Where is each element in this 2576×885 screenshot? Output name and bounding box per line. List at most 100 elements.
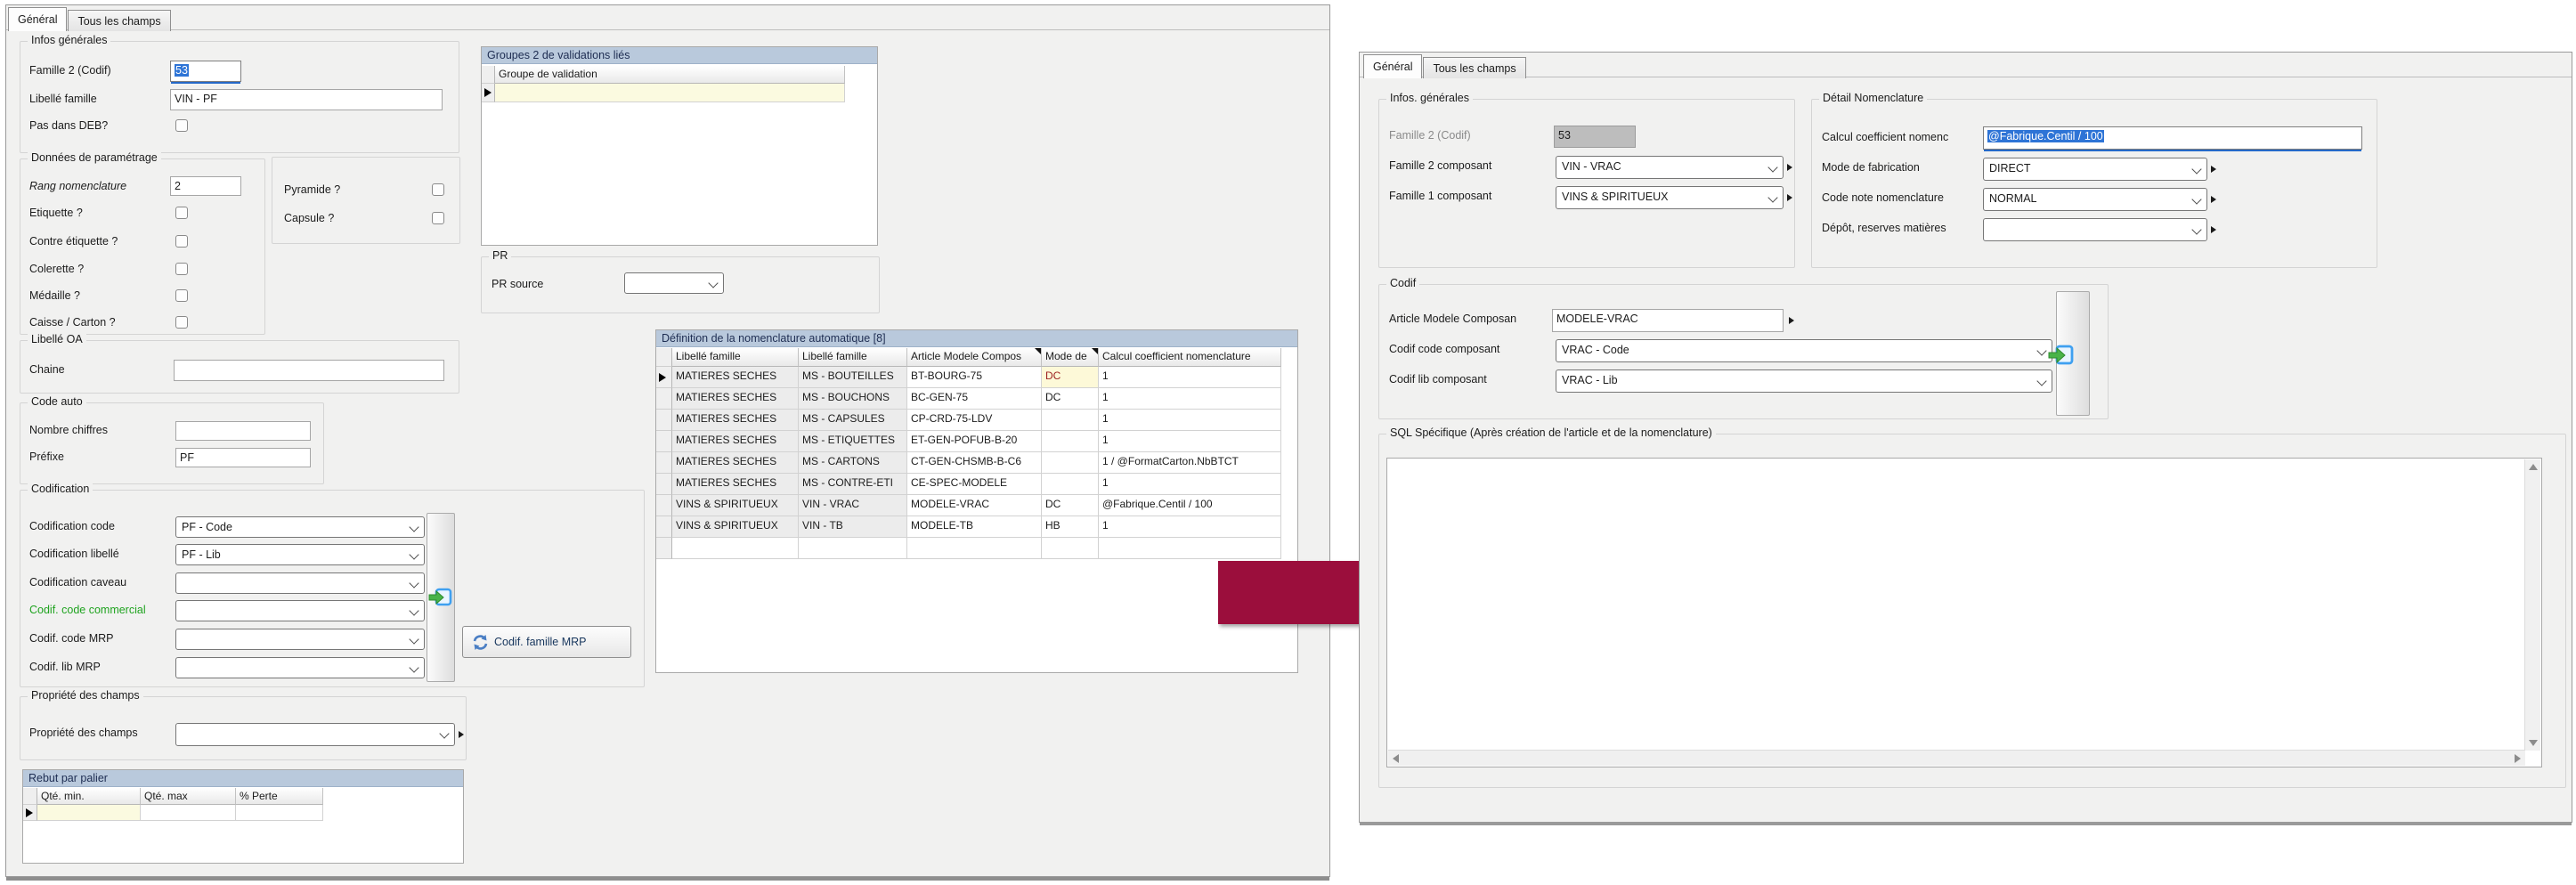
- codification-code-select[interactable]: PF - Code: [175, 516, 425, 538]
- codif-lib-mrp-select[interactable]: [175, 657, 425, 678]
- table-cell[interactable]: [1042, 538, 1099, 559]
- codification-libelle-select[interactable]: PF - Lib: [175, 544, 425, 565]
- table-cell[interactable]: 1: [1099, 474, 1281, 495]
- flyout-arrow-icon[interactable]: [1787, 194, 1792, 201]
- table-cell[interactable]: HB: [1042, 516, 1099, 538]
- table-cell[interactable]: MODELE-TB: [907, 516, 1042, 538]
- column-header[interactable]: Article Modele Compos: [907, 348, 1042, 367]
- row-selector[interactable]: [656, 538, 672, 559]
- table-row[interactable]: MATIERES SECHESMS - CONTRE-ETICE-SPEC-MO…: [656, 474, 1281, 495]
- column-header[interactable]: Calcul coefficient nomenclature: [1099, 348, 1281, 367]
- table-cell[interactable]: [37, 805, 141, 821]
- table-cell[interactable]: 1: [1099, 410, 1281, 431]
- table-cell[interactable]: [1042, 431, 1099, 452]
- scroll-left-icon[interactable]: [1393, 754, 1399, 763]
- codification-caveau-select[interactable]: [175, 572, 425, 594]
- horizontal-scrollbar[interactable]: [1388, 750, 2525, 766]
- table-cell[interactable]: MS - BOUCHONS: [799, 388, 907, 410]
- tab-general[interactable]: Général: [8, 7, 67, 31]
- row-selector[interactable]: [656, 474, 672, 495]
- table-cell[interactable]: BC-GEN-75: [907, 388, 1042, 410]
- table-cell[interactable]: [799, 538, 907, 559]
- sql-textarea[interactable]: [1386, 458, 2542, 767]
- table-cell[interactable]: @Fabrique.Centil / 100: [1099, 495, 1281, 516]
- codif-famille-mrp-button[interactable]: Codif. famille MRP: [462, 626, 631, 658]
- row-selector[interactable]: [656, 495, 672, 516]
- table-cell[interactable]: CP-CRD-75-LDV: [907, 410, 1042, 431]
- vertical-scrollbar[interactable]: [2524, 459, 2540, 751]
- article-modele-input[interactable]: MODELE-VRAC: [1552, 309, 1784, 332]
- column-header[interactable]: % Perte: [236, 788, 323, 805]
- contre-etiquette-checkbox[interactable]: [175, 235, 188, 248]
- codif-code-commercial-select[interactable]: [175, 600, 425, 621]
- table-cell[interactable]: 1: [1099, 367, 1281, 388]
- table-cell[interactable]: MATIERES SECHES: [672, 410, 799, 431]
- column-header[interactable]: Qté. min.: [37, 788, 141, 805]
- row-selector[interactable]: [656, 388, 672, 410]
- table-cell[interactable]: VINS & SPIRITUEUX: [672, 516, 799, 538]
- codif-code-mrp-select[interactable]: [175, 629, 425, 650]
- flyout-arrow-icon[interactable]: [2211, 196, 2216, 203]
- row-selector[interactable]: [482, 84, 495, 102]
- table-row[interactable]: VINS & SPIRITUEUXVIN - TBMODELE-TBHB1: [656, 516, 1281, 538]
- rang-nomenclature-input[interactable]: 2: [170, 176, 241, 196]
- chaine-input[interactable]: [174, 360, 444, 381]
- table-row[interactable]: MATIERES SECHESMS - CARTONSCT-GEN-CHSMB-…: [656, 452, 1281, 474]
- table-cell[interactable]: DC: [1042, 495, 1099, 516]
- table-row-empty[interactable]: [656, 538, 1281, 559]
- codif-lib-composant-select[interactable]: VRAC - Lib: [1556, 369, 2052, 393]
- table-cell[interactable]: MS - BOUTEILLES: [799, 367, 907, 388]
- table-cell[interactable]: BT-BOURG-75: [907, 367, 1042, 388]
- table-cell[interactable]: DC: [1042, 388, 1099, 410]
- mode-fabrication-select[interactable]: DIRECT: [1983, 158, 2207, 181]
- famille1-composant-select[interactable]: VINS & SPIRITUEUX: [1556, 186, 1784, 209]
- flyout-arrow-icon[interactable]: [1787, 164, 1792, 171]
- table-row[interactable]: MATIERES SECHESMS - ETIQUETTESET-GEN-POF…: [656, 431, 1281, 452]
- table-cell[interactable]: VIN - VRAC: [799, 495, 907, 516]
- nombre-chiffres-input[interactable]: [175, 421, 311, 441]
- table-row[interactable]: MATIERES SECHESMS - BOUCHONSBC-GEN-75DC1: [656, 388, 1281, 410]
- table-cell[interactable]: [495, 84, 845, 102]
- colerette-checkbox[interactable]: [175, 263, 188, 275]
- table-cell[interactable]: 1: [1099, 431, 1281, 452]
- table-cell[interactable]: MS - ETIQUETTES: [799, 431, 907, 452]
- tab-tous-les-champs[interactable]: Tous les champs: [68, 10, 170, 31]
- row-selector[interactable]: [656, 431, 672, 452]
- famille2-input[interactable]: 53: [170, 61, 241, 82]
- flyout-arrow-icon[interactable]: [1789, 317, 1794, 324]
- table-cell[interactable]: MATIERES SECHES: [672, 452, 799, 474]
- table-cell[interactable]: ET-GEN-POFUB-B-20: [907, 431, 1042, 452]
- flyout-arrow-icon[interactable]: [459, 731, 464, 738]
- table-cell[interactable]: [1042, 452, 1099, 474]
- famille2-composant-select[interactable]: VIN - VRAC: [1556, 156, 1784, 179]
- table-cell[interactable]: MS - CAPSULES: [799, 410, 907, 431]
- table-cell[interactable]: CT-GEN-CHSMB-B-C6: [907, 452, 1042, 474]
- scroll-right-icon[interactable]: [2515, 754, 2521, 763]
- table-cell[interactable]: MODELE-VRAC: [907, 495, 1042, 516]
- table-cell[interactable]: VINS & SPIRITUEUX: [672, 495, 799, 516]
- calcul-coefficient-input[interactable]: @Fabrique.Centil / 100: [1983, 126, 2362, 150]
- row-selector[interactable]: [656, 452, 672, 474]
- table-cell[interactable]: MS - CARTONS: [799, 452, 907, 474]
- table-cell[interactable]: [236, 805, 323, 821]
- pr-source-select[interactable]: [624, 272, 724, 294]
- scroll-down-icon[interactable]: [2529, 740, 2538, 746]
- flyout-arrow-icon[interactable]: [2211, 226, 2216, 233]
- etiquette-checkbox[interactable]: [175, 207, 188, 219]
- tab-tous-les-champs[interactable]: Tous les champs: [1423, 57, 1525, 78]
- table-cell[interactable]: 1 / @FormatCarton.NbBTCT: [1099, 452, 1281, 474]
- row-selector[interactable]: [23, 805, 37, 821]
- column-header[interactable]: Qté. max: [141, 788, 236, 805]
- flyout-arrow-icon[interactable]: [2211, 166, 2216, 173]
- table-cell[interactable]: [907, 538, 1042, 559]
- table-row[interactable]: [23, 805, 323, 821]
- caisse-carton-checkbox[interactable]: [175, 316, 188, 329]
- table-row[interactable]: MATIERES SECHESMS - CAPSULESCP-CRD-75-LD…: [656, 410, 1281, 431]
- table-cell[interactable]: CE-SPEC-MODELE: [907, 474, 1042, 495]
- table-row[interactable]: [482, 84, 845, 102]
- table-row[interactable]: VINS & SPIRITUEUXVIN - VRACMODELE-VRACDC…: [656, 495, 1281, 516]
- table-cell[interactable]: VIN - TB: [799, 516, 907, 538]
- apply-codification-button[interactable]: [428, 586, 453, 609]
- code-note-nomenclature-select[interactable]: NORMAL: [1983, 188, 2207, 211]
- propriete-champs-select[interactable]: [175, 723, 455, 746]
